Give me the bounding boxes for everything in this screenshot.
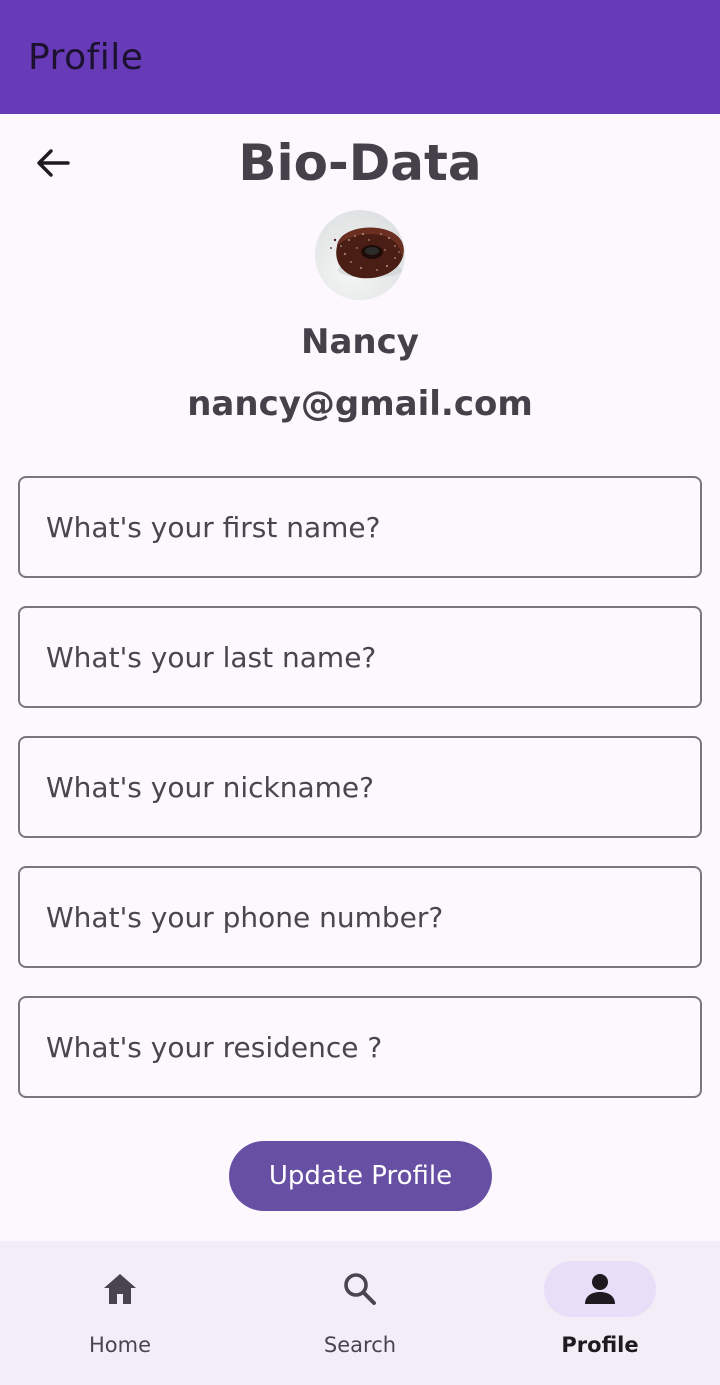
nav-item-search[interactable]: Search — [240, 1241, 480, 1385]
last-name-field-container — [18, 606, 702, 708]
nav-item-home[interactable]: Home — [0, 1241, 240, 1385]
first-name-input[interactable] — [20, 478, 700, 576]
bottom-navigation-bar: Home Search Profile — [0, 1241, 720, 1385]
user-name: Nancy — [301, 322, 419, 362]
nickname-field-container — [18, 736, 702, 838]
person-icon — [585, 1274, 615, 1304]
home-icon — [104, 1274, 136, 1304]
update-profile-button[interactable]: Update Profile — [229, 1141, 492, 1211]
nav-pill-profile — [544, 1261, 656, 1317]
donut-avatar-image — [315, 210, 405, 300]
app-bar: Profile — [0, 0, 720, 114]
search-icon — [344, 1273, 376, 1305]
nav-pill-search — [304, 1261, 416, 1317]
nav-label-profile: Profile — [561, 1333, 639, 1357]
phone-number-field-container — [18, 866, 702, 968]
first-name-field-container — [18, 476, 702, 578]
user-email: nancy@gmail.com — [187, 384, 533, 424]
nav-pill-home — [64, 1261, 176, 1317]
residence-field-container — [18, 996, 702, 1098]
nickname-input[interactable] — [20, 738, 700, 836]
page-title: Bio-Data — [238, 134, 482, 192]
nav-label-home: Home — [88, 1333, 151, 1357]
avatar — [315, 210, 405, 300]
nav-item-profile[interactable]: Profile — [480, 1241, 720, 1385]
nav-label-search: Search — [323, 1333, 397, 1357]
phone-number-input[interactable] — [20, 868, 700, 966]
residence-input[interactable] — [20, 998, 700, 1096]
app-bar-title: Profile — [28, 36, 144, 78]
last-name-input[interactable] — [20, 608, 700, 706]
